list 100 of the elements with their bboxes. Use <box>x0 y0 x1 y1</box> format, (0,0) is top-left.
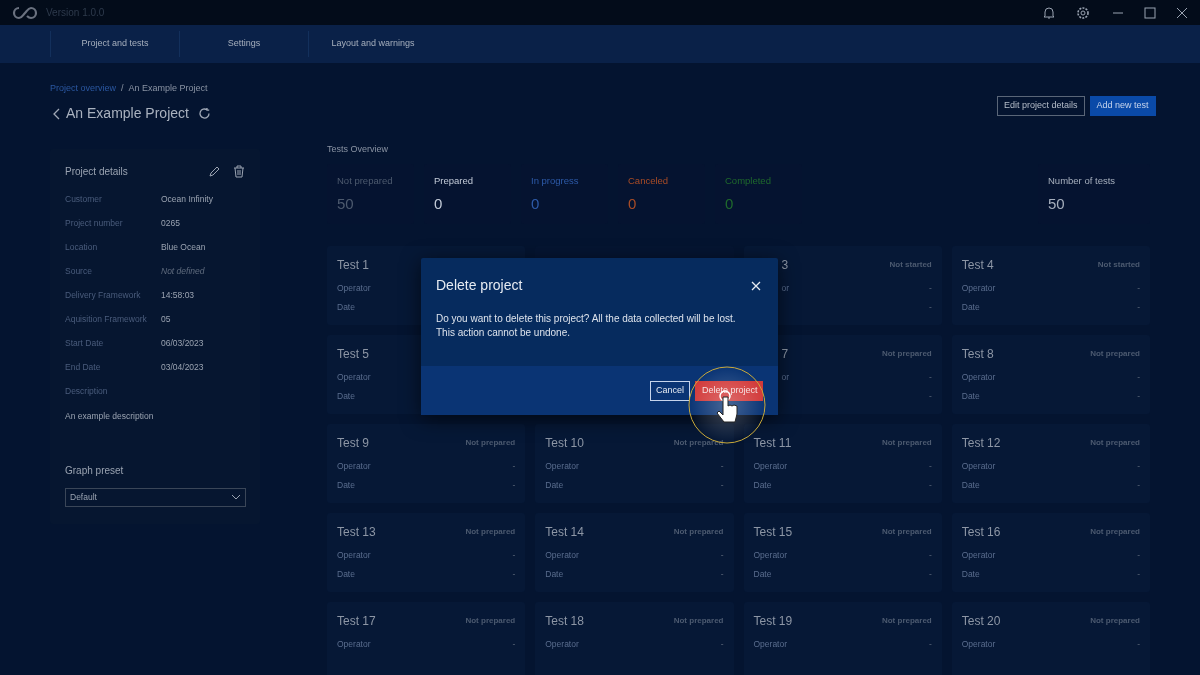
field-label: Operator <box>753 460 788 473</box>
test-status: Not prepared <box>1090 437 1140 449</box>
field-label: Operator <box>961 371 996 384</box>
field-value: - <box>928 568 932 581</box>
field-value: - <box>1137 638 1140 651</box>
field-label: Operator <box>961 549 996 562</box>
stat-label: Completed <box>725 174 772 188</box>
field-label: Date <box>337 479 355 492</box>
stat-label: In progress <box>531 174 580 188</box>
field-label: or <box>781 282 790 295</box>
field-label: Customer <box>65 193 103 206</box>
test-status: Not prepared <box>465 615 516 627</box>
field-label: Description <box>65 385 109 398</box>
field-value: - <box>512 638 516 651</box>
test-title: Test 15 <box>753 524 793 541</box>
field-label: Operator <box>753 638 788 651</box>
field-label: Date <box>961 568 980 581</box>
stat-value: 50 <box>337 194 355 215</box>
field-label: Date <box>753 479 772 492</box>
test-title: Test 17 <box>337 613 376 630</box>
field-label: Delivery Framework <box>65 289 142 302</box>
field-value: - <box>512 568 516 581</box>
stat-value: 0 <box>434 194 444 215</box>
test-status: Not prepared <box>1090 615 1140 627</box>
test-title: Test 16 <box>961 524 1001 541</box>
stat-value: 0 <box>628 194 638 215</box>
test-title: 7 <box>781 346 789 363</box>
field-label: Date <box>961 479 980 492</box>
field-value: - <box>1137 301 1140 314</box>
field-value: - <box>720 460 724 473</box>
stat-label: Prepared <box>434 174 475 188</box>
test-status: Not prepared <box>881 526 932 538</box>
test-status: Not prepared <box>1090 348 1140 360</box>
panel-title: Project details <box>65 164 129 179</box>
test-status: Not prepared <box>465 437 516 449</box>
field-value: 06/03/2023 <box>161 337 204 350</box>
field-label: Date <box>545 479 564 492</box>
field-value: - <box>928 479 932 492</box>
field-value: - <box>928 460 932 473</box>
field-label: Operator <box>545 549 579 562</box>
field-value: Not defined <box>161 265 205 278</box>
test-title: Test 13 <box>337 524 376 541</box>
stat-label: Canceled <box>628 174 670 188</box>
dialog-title: Delete project <box>436 276 524 295</box>
field-value: - <box>512 460 516 473</box>
stat-value: 0 <box>725 194 735 215</box>
field-value: 0265 <box>161 217 180 230</box>
field-value: - <box>1137 479 1140 492</box>
field-label: Operator <box>753 549 788 562</box>
field-label: Source <box>65 265 93 278</box>
test-status: Not started <box>1097 259 1140 271</box>
field-label: Operator <box>337 549 371 562</box>
field-label: Date <box>961 390 980 403</box>
field-label: Project number <box>65 217 124 230</box>
field-label: End Date <box>65 361 102 374</box>
test-title: Test 18 <box>545 613 584 630</box>
stat-value: 0 <box>531 194 541 215</box>
breadcrumb-current: An Example Project <box>128 82 208 96</box>
field-label: Operator <box>545 638 579 651</box>
field-value: - <box>928 638 932 651</box>
field-value: 14:58:03 <box>161 289 195 302</box>
field-value: - <box>1137 568 1140 581</box>
test-status: Not prepared <box>673 615 724 627</box>
field-value: - <box>928 301 932 314</box>
field-label: Operator <box>961 282 996 295</box>
field-label: or <box>781 371 790 384</box>
field-value: - <box>512 479 516 492</box>
field-value: - <box>928 282 932 295</box>
test-title: Test 10 <box>545 435 584 452</box>
description-text: An example description <box>65 409 155 423</box>
test-title: Test 20 <box>961 613 1001 630</box>
field-value: - <box>1137 390 1140 403</box>
test-status: Not prepared <box>673 526 724 538</box>
field-value: - <box>928 371 932 384</box>
page-title: An Example Project <box>66 104 189 123</box>
test-status: Not prepared <box>465 526 516 538</box>
field-label: Operator <box>961 460 996 473</box>
field-value: - <box>512 549 516 562</box>
field-label: Date <box>545 568 564 581</box>
field-label: Date <box>337 390 355 403</box>
field-value: - <box>720 549 724 562</box>
field-label: Date <box>337 301 355 314</box>
field-value: 03/04/2023 <box>161 361 204 374</box>
stat-value: 50 <box>1048 194 1066 215</box>
section-title: Tests Overview <box>327 143 389 156</box>
field-value: Ocean Infinity <box>161 193 213 206</box>
field-label: Operator <box>337 638 371 651</box>
field-value: Blue Ocean <box>161 241 206 254</box>
test-title: Test 12 <box>961 435 1001 452</box>
test-title: Test 9 <box>337 435 369 452</box>
test-status: Not started <box>889 259 932 271</box>
field-label: Date <box>753 568 772 581</box>
field-label: Date <box>337 568 355 581</box>
test-title: Test 4 <box>961 257 994 274</box>
field-label: Aquisition Framework <box>65 313 148 326</box>
test-title: Test 5 <box>337 346 369 363</box>
test-status: Not prepared <box>673 437 724 449</box>
field-value: - <box>1137 371 1140 384</box>
test-status: Not prepared <box>881 615 932 627</box>
test-title: Test 1 <box>337 257 369 274</box>
